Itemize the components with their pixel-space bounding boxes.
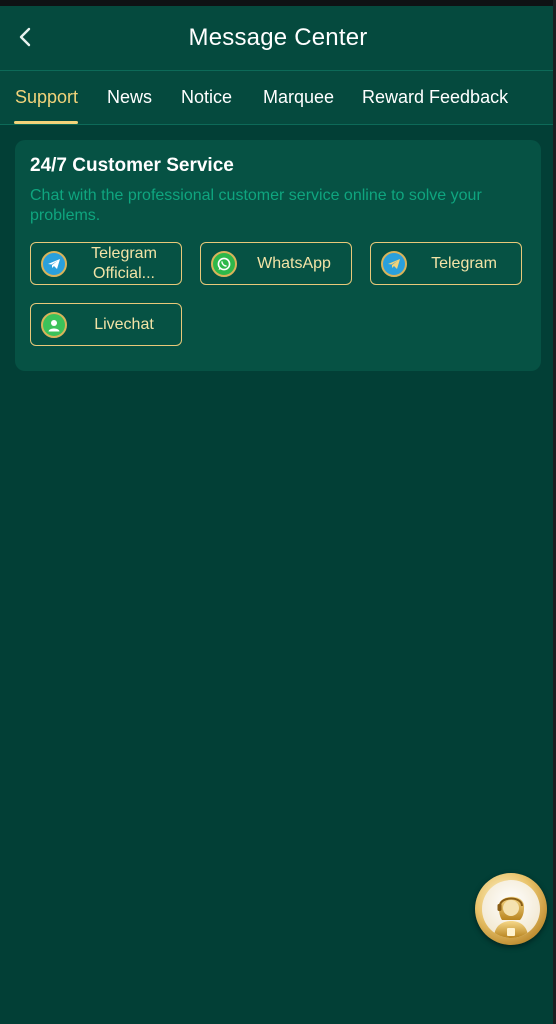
tab-news[interactable]: News	[107, 87, 152, 108]
tab-support[interactable]: Support	[15, 87, 78, 108]
active-tab-indicator	[14, 121, 78, 124]
card-title: 24/7 Customer Service	[30, 155, 234, 176]
telegram-official-button[interactable]: Telegram Official...	[30, 242, 182, 285]
tab-notice[interactable]: Notice	[181, 87, 232, 108]
message-center-screen: Message Center Support News Notice Marqu…	[0, 0, 556, 1024]
telegram-official-label: Telegram Official...	[91, 245, 157, 282]
card-description: Chat with the professional customer serv…	[30, 187, 482, 224]
customer-service-agent-icon	[482, 880, 540, 938]
whatsapp-button[interactable]: WhatsApp	[200, 242, 352, 285]
telegram-icon	[41, 251, 67, 277]
telegram-icon	[381, 251, 407, 277]
tab-marquee[interactable]: Marquee	[263, 87, 334, 108]
tab-bar: Support News Notice Marquee Reward Feedb…	[0, 71, 556, 125]
livechat-button[interactable]: Livechat	[30, 303, 182, 346]
whatsapp-icon	[211, 251, 237, 277]
customer-service-card: 24/7 Customer Service Chat with the prof…	[15, 140, 541, 371]
page-title: Message Center	[188, 24, 368, 51]
header-bar: Message Center	[0, 6, 556, 71]
livechat-label: Livechat	[94, 315, 154, 333]
telegram-label: Telegram	[431, 254, 497, 272]
tab-reward-feedback[interactable]: Reward Feedback	[362, 87, 508, 108]
telegram-button[interactable]: Telegram	[370, 242, 522, 285]
livechat-icon	[41, 312, 67, 338]
whatsapp-label: WhatsApp	[257, 254, 331, 272]
floating-customer-service-button[interactable]	[475, 873, 547, 945]
